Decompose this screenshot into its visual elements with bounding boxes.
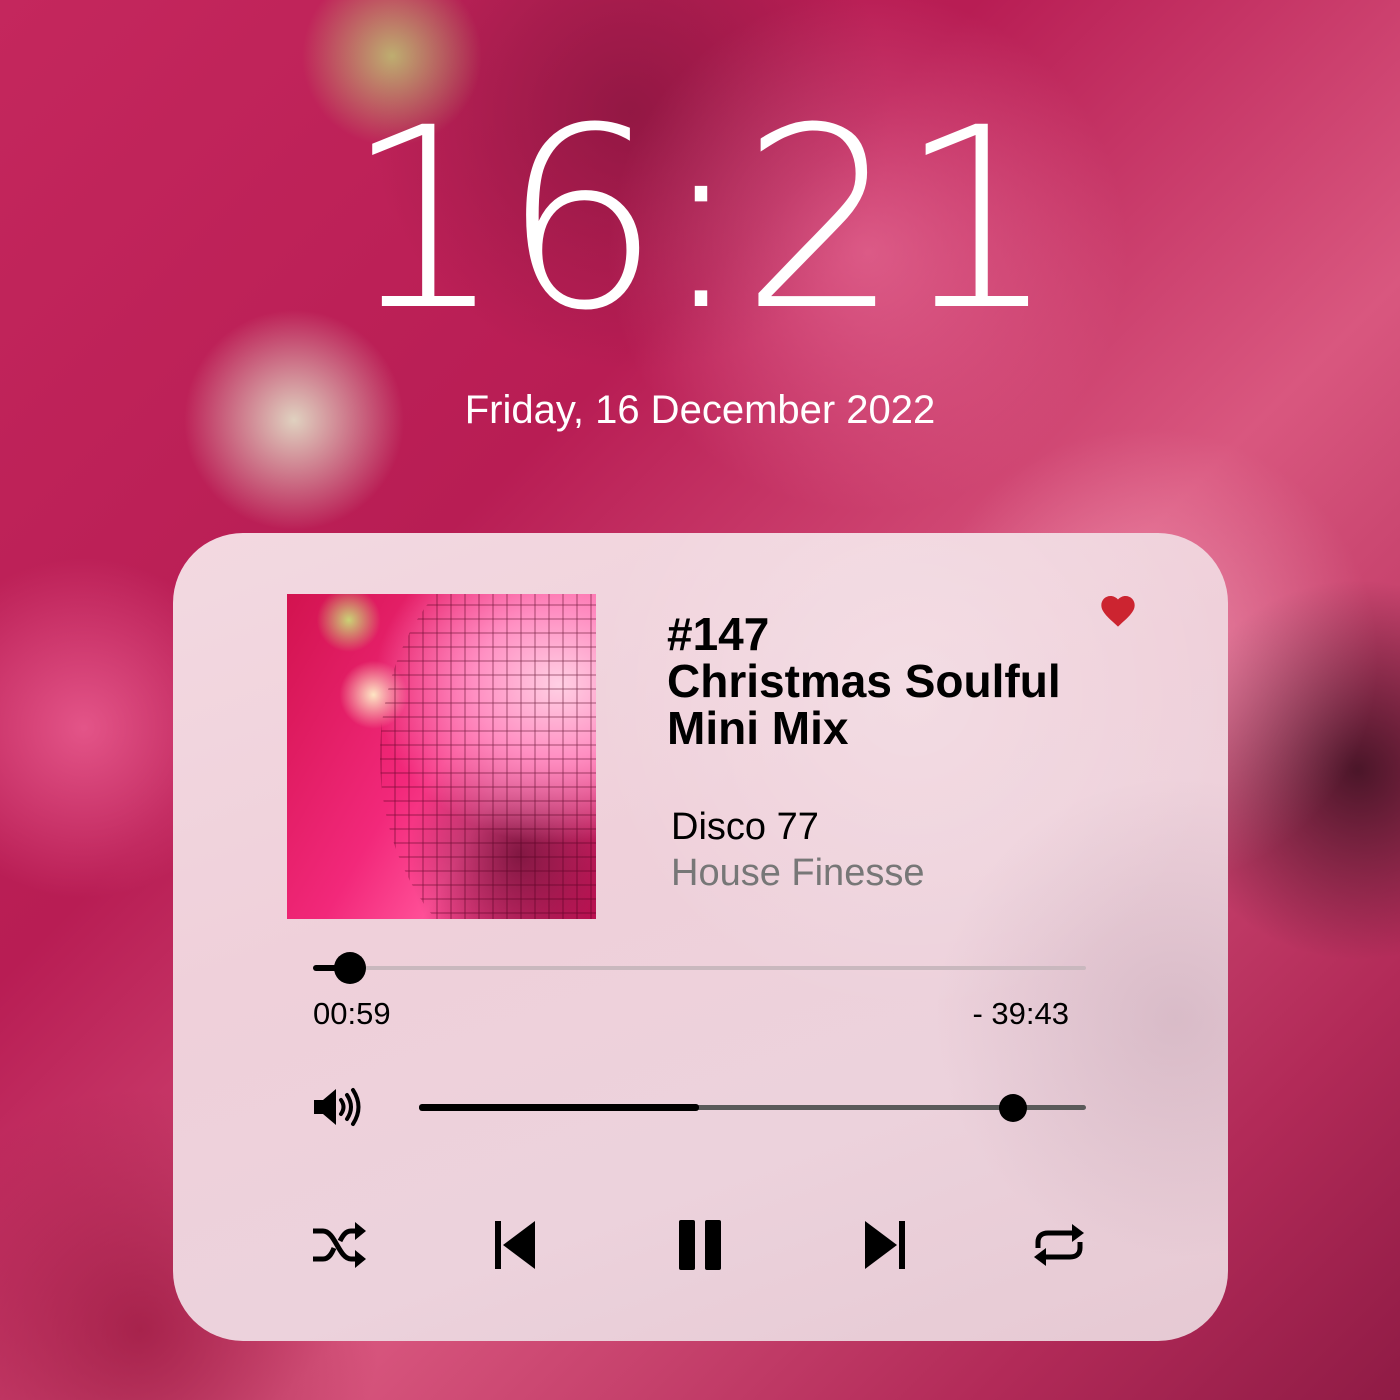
progress-track: [313, 966, 1086, 970]
track-title-line: Christmas Soulful: [667, 655, 1061, 707]
pause-button[interactable]: [668, 1213, 732, 1277]
track-title: #147 Christmas Soulful Mini Mix: [667, 611, 1137, 752]
playback-progress-slider[interactable]: [313, 952, 1086, 984]
skip-next-icon: [865, 1221, 905, 1269]
remaining-time: - 39:43: [972, 996, 1069, 1031]
repeat-button[interactable]: [1027, 1213, 1091, 1277]
shuffle-icon: [313, 1222, 366, 1268]
elapsed-time: 00:59: [313, 996, 391, 1031]
track-title-line: #147: [667, 608, 770, 660]
lockscreen-date: Friday, 16 December 2022: [464, 388, 936, 432]
lockscreen-clock: 16:21: [344, 74, 1057, 365]
volume-slider[interactable]: [419, 1093, 1086, 1123]
volume-thumb[interactable]: [998, 1094, 1027, 1122]
volume-fill: [419, 1104, 700, 1111]
track-title-line: Mini Mix: [667, 702, 849, 754]
pause-icon: [679, 1220, 721, 1270]
previous-track-button[interactable]: [483, 1213, 547, 1277]
next-track-button[interactable]: [853, 1213, 917, 1277]
skip-previous-icon: [495, 1221, 535, 1269]
album-name[interactable]: House Finesse: [671, 852, 924, 895]
repeat-icon: [1034, 1224, 1084, 1266]
now-playing-widget: #147 Christmas Soulful Mini Mix Disco 77…: [173, 533, 1228, 1341]
disco-ball-artwork: [379, 594, 596, 919]
artist-name[interactable]: Disco 77: [671, 806, 819, 849]
album-artwork[interactable]: [287, 594, 596, 919]
speaker-icon: [314, 1088, 361, 1126]
volume-speaker-icon[interactable]: [312, 1083, 362, 1131]
shuffle-button[interactable]: [307, 1213, 371, 1277]
progress-thumb[interactable]: [334, 952, 367, 984]
